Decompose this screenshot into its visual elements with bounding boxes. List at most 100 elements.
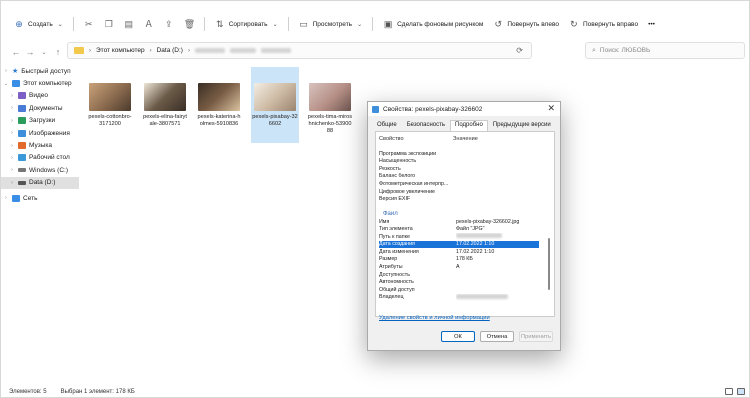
up-arrow-icon[interactable]: ↑	[51, 47, 65, 57]
file-item[interactable]: pexels-elina-fairytale-3807571	[141, 67, 189, 143]
property-row[interactable]: Путь к папке	[379, 233, 539, 241]
property-row[interactable]: Цифровое увеличение	[379, 188, 539, 196]
rotate-left-button[interactable]: ↺ Повернуть влево	[488, 15, 564, 33]
ok-button[interactable]: ОК	[441, 331, 475, 342]
remove-properties-link[interactable]: Удаление свойств и личной информации	[379, 315, 490, 321]
rotate-left-icon: ↺	[494, 19, 503, 29]
view-button[interactable]: ▭ Просмотреть ⌄	[294, 15, 367, 33]
property-row[interactable]: Фотометрическая интерпр...	[379, 180, 539, 188]
paste-button[interactable]: ▤	[119, 15, 139, 33]
file-item[interactable]: pexels-tima-miroshnichenko-5390088	[306, 67, 354, 143]
property-row[interactable]: Атрибуты A	[379, 263, 539, 271]
share-button[interactable]: ⇪	[159, 15, 179, 33]
sidebar-item-documents[interactable]: › Документы	[1, 102, 79, 114]
file-item[interactable]: pexels-pixabay-326602	[251, 67, 299, 143]
view-icon: ▭	[299, 19, 308, 29]
property-row[interactable]: Имя pexels-pixabay-326602.jpg	[379, 218, 539, 226]
breadcrumb-data-drive[interactable]: Data (D:)	[157, 47, 183, 54]
delete-button[interactable]: 🗑	[179, 15, 199, 33]
create-button[interactable]: ⊕ Создать ⌄	[9, 15, 68, 33]
expand-chevron-icon[interactable]: ›	[9, 93, 15, 99]
sidebar-item-desktop[interactable]: › Рабочий стол	[1, 152, 79, 164]
refresh-icon[interactable]: ⟳	[516, 46, 523, 55]
address-bar[interactable]: › Этот компьютер › Data (D:) › ⟳	[67, 42, 532, 59]
details-view-icon[interactable]	[725, 388, 733, 395]
property-name: Фотометрическая интерпр...	[379, 180, 449, 187]
recent-chevron-icon[interactable]: ⌄	[37, 49, 51, 56]
property-row[interactable]: Размер 178 КБ	[379, 256, 539, 264]
rotate-right-button[interactable]: ↻ Повернуть вправо	[564, 15, 643, 33]
apply-button[interactable]: Применить	[519, 331, 553, 342]
property-row[interactable]: Баланс белого	[379, 173, 539, 181]
copy-button[interactable]: ❐	[99, 15, 119, 33]
sort-button[interactable]: ⇅ Сортировать ⌄	[210, 15, 283, 33]
rename-button[interactable]: Ａ	[139, 15, 159, 33]
collapse-chevron-icon[interactable]: ⌄	[3, 81, 9, 87]
property-value: Файл "JPG"	[456, 226, 485, 233]
expand-chevron-icon[interactable]: ›	[9, 167, 15, 173]
set-wallpaper-button[interactable]: ▣ Сделать фоновым рисунком	[378, 15, 488, 33]
sidebar-item-music[interactable]: › Музыка	[1, 139, 79, 151]
expand-chevron-icon[interactable]: ›	[9, 143, 15, 149]
file-item[interactable]: pexels-cottonbro-3171200	[86, 67, 134, 143]
property-row[interactable]: Общий доступ	[379, 286, 539, 294]
sidebar-item-pictures[interactable]: › Изображения	[1, 127, 79, 139]
chevron-down-icon: ⌄	[57, 21, 63, 28]
expand-chevron-icon[interactable]: ›	[9, 118, 15, 124]
property-row[interactable]: Автономность	[379, 278, 539, 286]
expand-chevron-icon[interactable]: ›	[9, 130, 15, 136]
vertical-scrollbar[interactable]	[548, 136, 551, 312]
property-row[interactable]: Насыщенность	[379, 158, 539, 166]
column-header-property[interactable]: Свойство	[379, 136, 453, 142]
sidebar-item-data-d[interactable]: › Data (D:)	[1, 176, 79, 189]
sidebar-item-windows-c[interactable]: › Windows (C:)	[1, 164, 79, 176]
property-row[interactable]: Доступность	[379, 271, 539, 279]
cancel-button[interactable]: Отмена	[480, 331, 514, 342]
details-panel: Свойство Значение Программа экспозиции Н…	[375, 131, 555, 317]
file-item[interactable]: pexels-katerina-holmes-5910836	[195, 67, 243, 143]
sidebar-item-video[interactable]: › Видео	[1, 90, 79, 102]
sidebar-item-downloads[interactable]: › Загрузки	[1, 115, 79, 127]
sidebar-item-quick-access[interactable]: › ★ Быстрый доступ	[1, 65, 79, 77]
more-options-button[interactable]: •••	[643, 15, 660, 33]
tab-security[interactable]: Безопасность	[402, 120, 450, 131]
property-row-selected[interactable]: Дата создания 17.02.2022 1:10	[379, 240, 539, 249]
expand-chevron-icon[interactable]: ›	[3, 195, 9, 201]
property-name: Насыщенность	[379, 158, 417, 165]
sidebar-item-this-pc[interactable]: ⌄ Этот компьютер	[1, 77, 79, 89]
property-value: pexels-pixabay-326602.jpg	[456, 218, 520, 225]
property-row[interactable]: Программа экспозиции	[379, 150, 539, 158]
tab-details[interactable]: Подробно	[450, 120, 488, 131]
view-label: Просмотреть	[312, 20, 353, 28]
status-bar: Элементов: 5 Выбран 1 элемент: 178 КБ	[9, 389, 135, 395]
tab-general[interactable]: Общие	[372, 120, 402, 131]
forward-arrow-icon[interactable]: →	[23, 47, 37, 57]
cut-button[interactable]: ✂	[79, 15, 99, 33]
property-row[interactable]: Резкость	[379, 165, 539, 173]
close-icon[interactable]: ✕	[547, 103, 555, 114]
selection-info: Выбран 1 элемент: 178 КБ	[60, 389, 135, 395]
breadcrumb-separator-icon: ›	[89, 47, 91, 54]
breadcrumb-this-pc[interactable]: Этот компьютер	[96, 47, 145, 54]
breadcrumb-separator-icon: ›	[149, 47, 152, 54]
back-arrow-icon[interactable]: ←	[9, 47, 23, 57]
expand-chevron-icon[interactable]: ›	[3, 68, 9, 74]
scrollbar-thumb[interactable]	[548, 238, 550, 290]
sidebar-item-network[interactable]: › Сеть	[1, 192, 79, 204]
tab-previous-versions[interactable]: Предыдущие версии	[488, 120, 556, 131]
sidebar-item-label: Сеть	[23, 194, 38, 202]
property-name: Программа экспозиции	[379, 150, 437, 157]
navigation-pane: › ★ Быстрый доступ ⌄ Этот компьютер › Ви…	[1, 65, 79, 365]
column-header-value[interactable]: Значение	[453, 136, 478, 142]
property-row[interactable]: Дата изменения 17.02.2022 1:10	[379, 248, 539, 256]
expand-chevron-icon[interactable]: ›	[9, 155, 15, 161]
property-row[interactable]: Тип элемента Файл "JPG"	[379, 225, 539, 233]
tiles-view-icon[interactable]	[737, 388, 745, 395]
property-name: Доступность	[379, 271, 410, 278]
expand-chevron-icon[interactable]: ›	[9, 105, 15, 111]
toolbar-divider	[203, 17, 205, 31]
expand-chevron-icon[interactable]: ›	[9, 180, 15, 186]
property-row[interactable]: Версия EXIF	[379, 195, 539, 203]
property-row[interactable]: Владелец	[379, 293, 539, 301]
search-input[interactable]: ⌕ Поиск: ЛЮБОВЬ	[585, 42, 745, 59]
